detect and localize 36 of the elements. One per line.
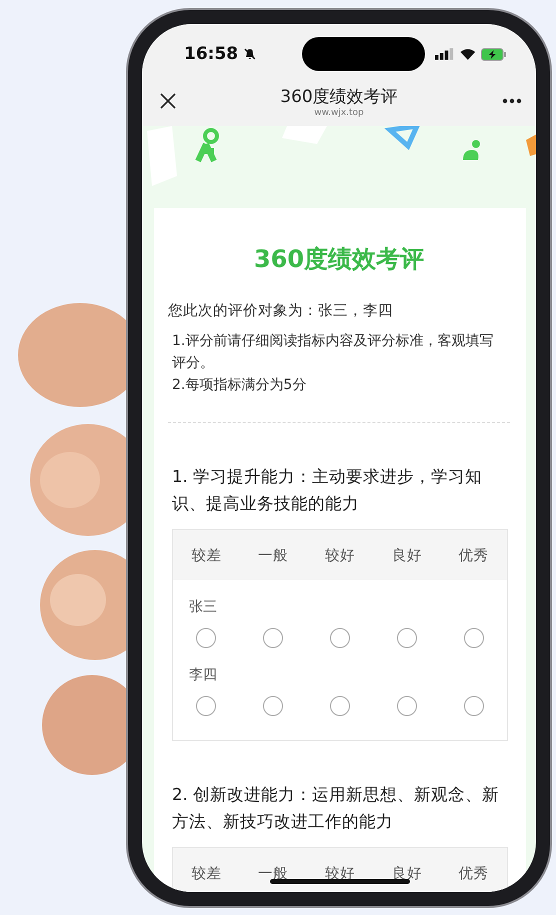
- close-icon[interactable]: [160, 93, 176, 109]
- radio-button[interactable]: [330, 628, 350, 648]
- question-title: 1. 学习提升能力：主动要求进步，学习知识、提高业务技能的能力: [171, 466, 483, 515]
- column-label: 较差: [190, 546, 222, 564]
- radio-button[interactable]: [464, 696, 484, 716]
- radio-button[interactable]: [196, 628, 216, 648]
- more-icon[interactable]: [502, 98, 522, 104]
- radio-button[interactable]: [464, 628, 484, 648]
- radio-button[interactable]: [196, 696, 216, 716]
- column-label: 较好: [324, 546, 356, 564]
- wifi-icon: [460, 48, 476, 60]
- radio-button[interactable]: [263, 696, 284, 716]
- row-label: 张三: [188, 598, 218, 616]
- signal-icon: [435, 48, 455, 60]
- question-title: 2. 创新改进能力：运用新思想、新观念、新方法、新技巧改进工作的能力: [171, 784, 500, 833]
- battery-icon: [480, 48, 506, 60]
- row-label: 李四: [188, 666, 218, 684]
- column-label: 一般: [257, 864, 290, 882]
- site-url: ww.wjx.top: [313, 108, 365, 118]
- radio-button[interactable]: [396, 628, 417, 648]
- survey-title: 360度绩效考评: [252, 244, 426, 275]
- radio-button[interactable]: [330, 696, 350, 716]
- status-time: 16:58: [184, 44, 238, 64]
- radio-button[interactable]: [396, 696, 417, 716]
- intro-text: 您此次的评价对象为：张三，李四: [168, 302, 394, 321]
- column-label: 一般: [257, 546, 290, 564]
- bell-off-icon: [243, 47, 257, 61]
- column-label: 优秀: [458, 546, 490, 564]
- instruction-text: 2.每项指标满分为5分: [172, 376, 308, 395]
- column-label: 良好: [390, 546, 423, 564]
- column-label: 优秀: [458, 864, 490, 882]
- radio-button[interactable]: [263, 628, 284, 648]
- instruction-text: 1.评分前请仔细阅读指标内容及评分标准，客观填写评分。: [172, 332, 494, 373]
- page-title: 360度绩效考评: [279, 86, 399, 108]
- column-label: 良好: [390, 864, 423, 882]
- column-label: 较差: [190, 864, 222, 882]
